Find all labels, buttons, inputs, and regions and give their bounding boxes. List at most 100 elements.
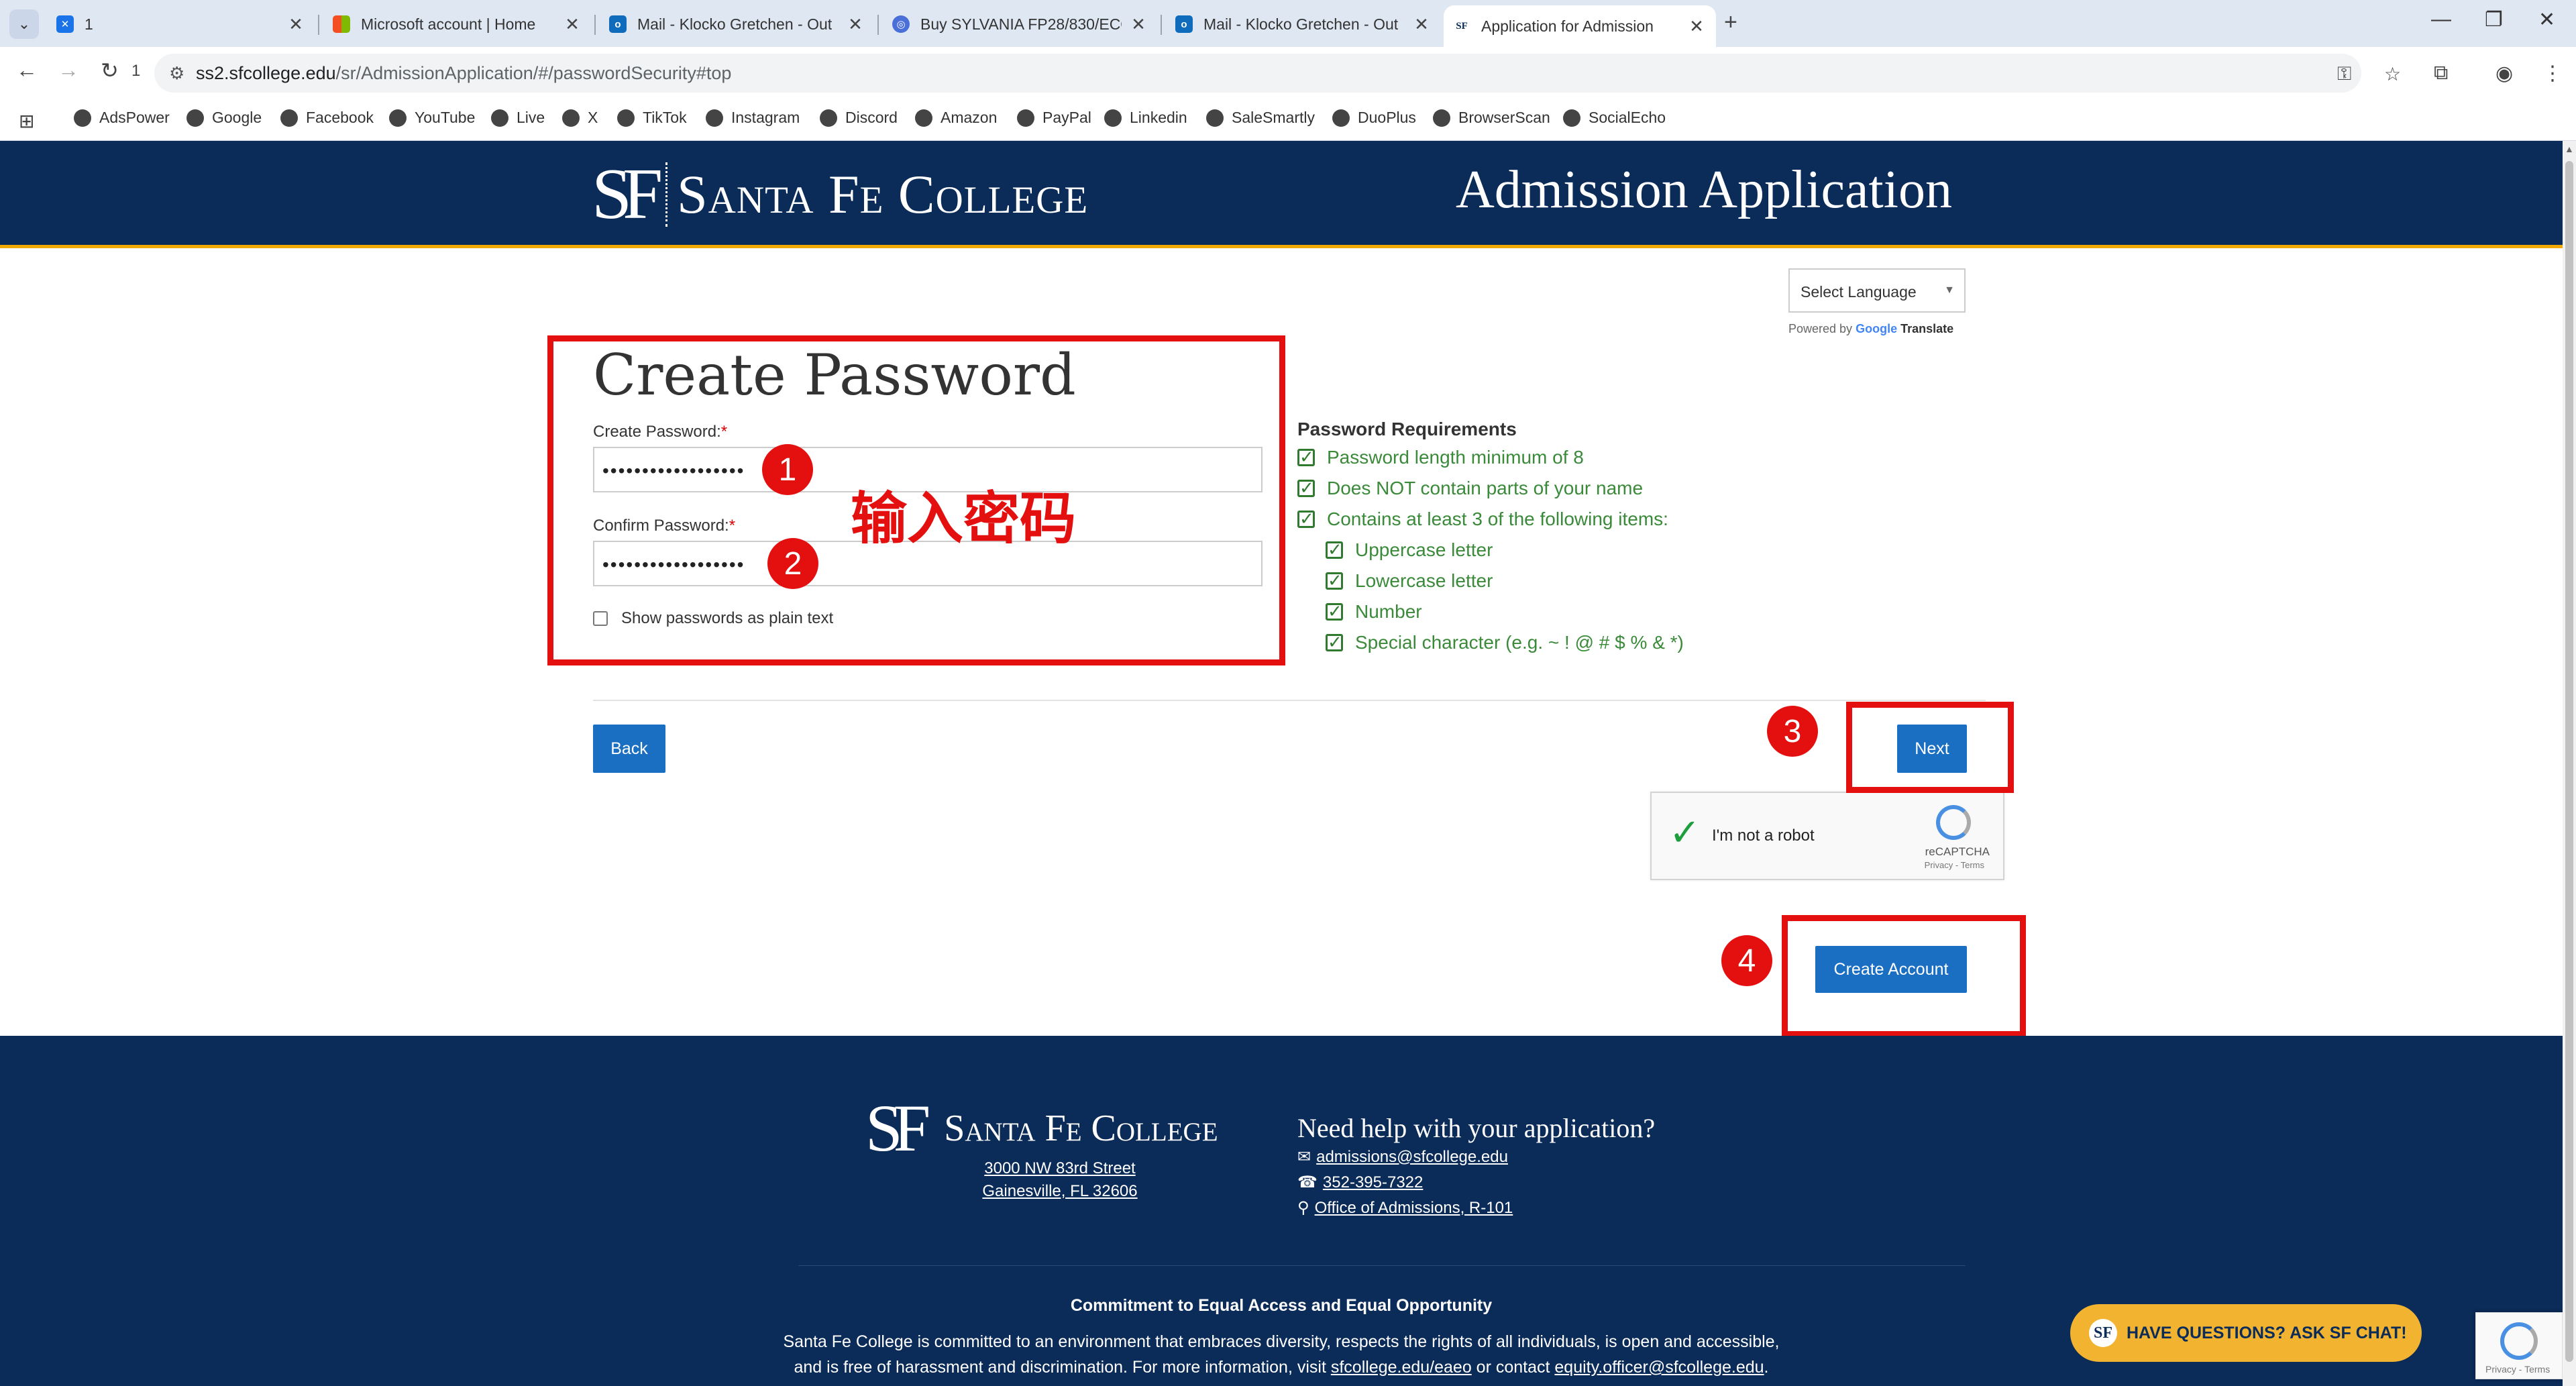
bookmark-label: SocialEcho xyxy=(1589,109,1666,126)
recaptcha-checkmark-icon[interactable]: ✓ xyxy=(1669,810,1701,855)
bookmark-item[interactable]: BrowserScan xyxy=(1433,109,1550,127)
check-square-icon: ✓ xyxy=(1326,602,1343,621)
bookmark-item[interactable]: Facebook xyxy=(280,109,374,127)
bookmark-label: Amazon xyxy=(941,109,998,126)
scroll-up-icon[interactable]: ▲ xyxy=(2565,144,2574,154)
select-language-dropdown[interactable]: Select Language ▼ xyxy=(1788,268,1966,313)
bookmark-item[interactable]: PayPal xyxy=(1017,109,1091,127)
close-tab-icon[interactable]: ✕ xyxy=(562,14,582,35)
requirement-text: Lowercase letter xyxy=(1355,570,1493,591)
address-bar[interactable]: ⚙ ss2.sfcollege.edu/sr/AdmissionApplicat… xyxy=(154,54,2401,93)
forward-arrow-icon[interactable]: → xyxy=(58,58,79,83)
extensions-icon[interactable]: ⧉ xyxy=(2434,62,2448,85)
apps-grid-icon[interactable]: ⊞ xyxy=(19,110,34,132)
bookmark-item[interactable]: X xyxy=(562,109,598,127)
globe-icon xyxy=(280,109,298,127)
bookmark-item[interactable]: Instagram xyxy=(706,109,800,127)
college-logo[interactable]: SF Santa Fe College xyxy=(592,153,1088,236)
help-phone-link[interactable]: 352-395-7322 xyxy=(1323,1173,1423,1192)
close-tab-icon[interactable]: ✕ xyxy=(286,14,306,35)
tab-search-dropdown-icon[interactable]: ⌄ xyxy=(9,9,39,39)
bookmark-item[interactable]: YouTube xyxy=(389,109,475,127)
star-icon[interactable]: ☆ xyxy=(2384,63,2401,85)
caret-down-icon: ▼ xyxy=(1944,284,1955,296)
footer-logo[interactable]: SF Santa Fe College xyxy=(865,1089,1218,1167)
bookmark-item[interactable]: Discord xyxy=(820,109,898,127)
globe-icon xyxy=(820,109,837,127)
recaptcha-logo-icon xyxy=(1936,805,1971,840)
bookmark-label: X xyxy=(588,109,598,126)
recaptcha-badge[interactable]: Privacy - Terms xyxy=(2475,1312,2563,1379)
minimize-icon[interactable]: — xyxy=(2431,8,2451,31)
recaptcha-badge-links[interactable]: Privacy - Terms xyxy=(2485,1364,2550,1375)
help-office-link[interactable]: Office of Admissions, R-101 xyxy=(1315,1199,1513,1218)
bookmark-item[interactable]: AdsPower xyxy=(74,109,170,127)
close-tab-icon[interactable]: ✕ xyxy=(1128,14,1148,35)
browser-tab[interactable]: o Mail - Klocko Gretchen - Out ✕ xyxy=(1166,7,1441,42)
sf-chat-button[interactable]: SF HAVE QUESTIONS? ASK SF CHAT! xyxy=(2070,1304,2422,1362)
back-button[interactable]: Back xyxy=(593,725,665,773)
new-tab-icon[interactable]: + xyxy=(1724,9,1737,36)
bookmark-item[interactable]: SaleSmartly xyxy=(1206,109,1315,127)
form-divider xyxy=(593,700,1986,701)
footer-address-line2[interactable]: Gainesville, FL 32606 xyxy=(939,1182,1181,1201)
globe-icon xyxy=(1206,109,1224,127)
blue-app-icon: ✕ xyxy=(56,15,74,33)
globe-icon xyxy=(186,109,204,127)
more-menu-icon[interactable]: ⋮ xyxy=(2542,62,2563,85)
translate-link[interactable]: Translate xyxy=(1900,322,1953,335)
url-host: ss2.sfcollege.edu xyxy=(196,63,336,83)
bookmark-item[interactable]: Live xyxy=(491,109,545,127)
close-tab-icon[interactable]: ✕ xyxy=(1411,14,1432,35)
url-text[interactable]: ss2.sfcollege.edu/sr/AdmissionApplicatio… xyxy=(196,63,731,84)
close-tab-icon[interactable]: ✕ xyxy=(845,14,865,35)
requirements-heading: Password Requirements xyxy=(1297,419,1517,439)
browser-tab[interactable]: ✕ 1 ✕ xyxy=(47,7,315,42)
globe-icon xyxy=(706,109,723,127)
bookmark-label: Linkedin xyxy=(1130,109,1187,126)
browser-tab-active[interactable]: SF Application for Admission ✕ xyxy=(1444,5,1716,47)
bookmark-item[interactable]: Google xyxy=(186,109,262,127)
browser-tab[interactable]: ◎ Buy SYLVANIA FP28/830/ECO ✕ xyxy=(883,7,1158,42)
check-square-icon: ✓ xyxy=(1326,633,1343,651)
globe-icon xyxy=(1433,109,1450,127)
bookmark-item[interactable]: Amazon xyxy=(915,109,997,127)
close-window-icon[interactable]: ✕ xyxy=(2538,8,2555,32)
outlook-icon: o xyxy=(609,15,627,33)
key-icon[interactable]: ⚿ xyxy=(2337,63,2351,85)
scrollbar-thumb[interactable] xyxy=(2565,161,2573,1362)
tab-title: Mail - Klocko Gretchen - Out xyxy=(1203,15,1399,33)
globe-icon xyxy=(1104,109,1122,127)
bookmark-item[interactable]: DuoPlus xyxy=(1332,109,1416,127)
bookmark-item[interactable]: Linkedin xyxy=(1104,109,1187,127)
help-office[interactable]: ⚲ Office of Admissions, R-101 xyxy=(1297,1198,1513,1218)
bookmark-item[interactable]: SocialEcho xyxy=(1563,109,1666,127)
footer-address-line1[interactable]: 3000 NW 83rd Street xyxy=(939,1159,1181,1178)
bookmark-label: BrowserScan xyxy=(1458,109,1550,126)
site-header: SF Santa Fe College Admission Applicatio… xyxy=(0,141,2563,248)
footer-logo-name: Santa Fe College xyxy=(944,1107,1218,1149)
browser-tab[interactable]: o Mail - Klocko Gretchen - Out ✕ xyxy=(600,7,875,42)
eaeo-link[interactable]: sfcollege.edu/eaeo xyxy=(1331,1358,1472,1377)
bookmark-label: Google xyxy=(212,109,262,126)
help-phone[interactable]: ☎ 352-395-7322 xyxy=(1297,1173,1423,1192)
recaptcha-privacy-terms[interactable]: Privacy - Terms xyxy=(1925,860,1984,870)
back-arrow-icon[interactable]: ← xyxy=(16,58,38,83)
site-settings-icon[interactable]: ⚙ xyxy=(169,63,184,84)
close-tab-icon[interactable]: ✕ xyxy=(1686,16,1707,37)
reload-icon[interactable]: ↻ xyxy=(101,58,119,83)
tab-title: Buy SYLVANIA FP28/830/ECO xyxy=(920,15,1122,33)
help-email[interactable]: ✉ admissions@sfcollege.edu xyxy=(1297,1147,1508,1167)
bookmark-label: TikTok xyxy=(643,109,687,126)
equity-officer-link[interactable]: equity.officer@sfcollege.edu xyxy=(1554,1358,1764,1377)
bookmark-item[interactable]: TikTok xyxy=(617,109,687,127)
help-email-link[interactable]: admissions@sfcollege.edu xyxy=(1316,1148,1508,1167)
restore-icon[interactable]: ❐ xyxy=(2485,8,2503,32)
globe-icon xyxy=(389,109,407,127)
tab-separator xyxy=(1161,15,1162,35)
profile-icon[interactable]: ◉ xyxy=(2496,62,2513,85)
page-scrollbar[interactable]: ▲ xyxy=(2563,141,2576,1386)
annotation-box-create-account xyxy=(1782,915,2026,1037)
tab-title: 1 xyxy=(85,15,93,33)
browser-tab[interactable]: Microsoft account | Home ✕ xyxy=(323,7,592,42)
